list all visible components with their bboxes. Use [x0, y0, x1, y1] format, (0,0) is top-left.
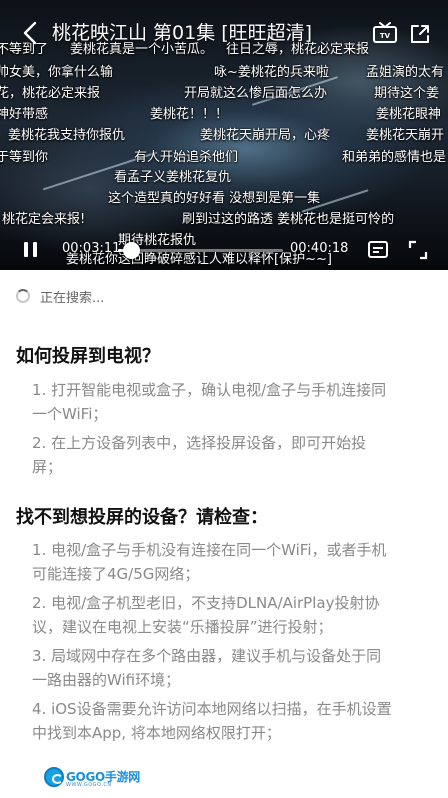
danmaku-comment: 姜桃花天崩开: [366, 128, 445, 143]
danmaku-comment: 姜桃花眼神: [376, 107, 442, 122]
troubleshoot-step: 3. 局域网中存在多个路由器，建议手机与设备处于同 一路由器的Wifi环境；: [32, 647, 382, 689]
danmaku-comment: 神好带感: [0, 107, 49, 122]
searching-text: 正在搜索...: [40, 290, 105, 306]
danmaku-comment: 期待这个姜: [374, 86, 440, 101]
troubleshoot-step: 4. iOS设备需要允许访问本地网络以扫描，在手机设置 中找到本App, 将本地…: [32, 700, 392, 742]
danmaku-comment: 咏~姜桃花的兵来啦: [214, 65, 329, 80]
danmaku-comment: 和弟弟的感情也是: [342, 150, 447, 165]
video-player[interactable]: 不等到了 姜桃花真是一个小苦瓜。 往日之辱，桃花必定来报 帅女美，你拿什么输 咏~姜桃花…: [0, 0, 448, 270]
control-bar: 00:03:11 00:40:18: [0, 232, 448, 268]
svg-text:TV: TV: [380, 32, 391, 40]
danmaku-comment: 姜桃花天崩开局，心疼: [200, 128, 331, 143]
video-title: 桃花映江山 第01集 [旺旺超清]: [52, 22, 313, 44]
total-time: 00:40:18: [290, 241, 349, 256]
chevron-left-icon[interactable]: [18, 20, 44, 46]
danmaku-comment: 这个造型真的好好看 没想到是第一集: [108, 191, 321, 206]
danmaku-comment: 有人开始追杀他们: [134, 150, 239, 165]
video-frame-detail: [42, 151, 158, 191]
logo-icon: [44, 767, 64, 787]
video-frame-detail: [301, 189, 369, 213]
danmaku-comment: 桃花定会来报!: [2, 212, 86, 227]
danmaku-icon[interactable]: [368, 240, 390, 260]
danmaku-comment: 刷到过这的路透 姜桃花也是挺可怜的: [182, 212, 395, 227]
how-to-step: 2. 在上方设备列表中，选择投屏设备，即可开始投 屏；: [32, 434, 367, 476]
watermark-logo: GOGO手游网 WWW.GOGO.CN: [44, 766, 140, 788]
danmaku-comment: 姜桃花我支持你报仇: [8, 128, 126, 143]
danmaku-comment: 于等到你: [0, 150, 49, 165]
danmaku-comment: 看孟子义姜桃花复仇: [114, 170, 232, 185]
danmaku-comment: 花，桃花必定来报: [0, 86, 101, 101]
pause-button[interactable]: [20, 240, 42, 260]
current-time: 00:03:11: [62, 241, 121, 256]
how-to-cast-title: 如何投屏到电视？: [16, 346, 160, 367]
danmaku-comment: 姜桃花！！！: [150, 107, 229, 122]
danmaku-comment: 帅女美，你拿什么输: [0, 65, 114, 80]
progress-bar[interactable]: [118, 242, 283, 259]
video-frame-detail: [251, 76, 339, 106]
logo-subtext: WWW.GOGO.CN: [66, 782, 112, 788]
progress-handle[interactable]: [123, 242, 141, 259]
spinner-icon: [16, 289, 30, 303]
device-search-status: 正在搜索...: [16, 284, 104, 308]
troubleshoot-step: 1. 电视/盒子与手机没有连接在同一个WiFi，或者手机 可能连接了4G/5G网…: [32, 541, 387, 583]
tv-icon[interactable]: TV: [372, 22, 398, 46]
troubleshoot-step: 2. 电视/盒子机型老旧，不支持DLNA/AirPlay投射协 议，建议在电视上…: [32, 594, 380, 636]
share-icon[interactable]: [408, 22, 432, 46]
fullscreen-icon[interactable]: [408, 240, 428, 260]
how-to-step: 1. 打开智能电视或盒子，确认电视/盒子与手机连接同 一个WiFi；: [32, 381, 387, 423]
troubleshoot-title: 找不到想投屏的设备？请检查：: [16, 507, 268, 528]
danmaku-comment: 孟姐演的太有: [366, 65, 445, 80]
